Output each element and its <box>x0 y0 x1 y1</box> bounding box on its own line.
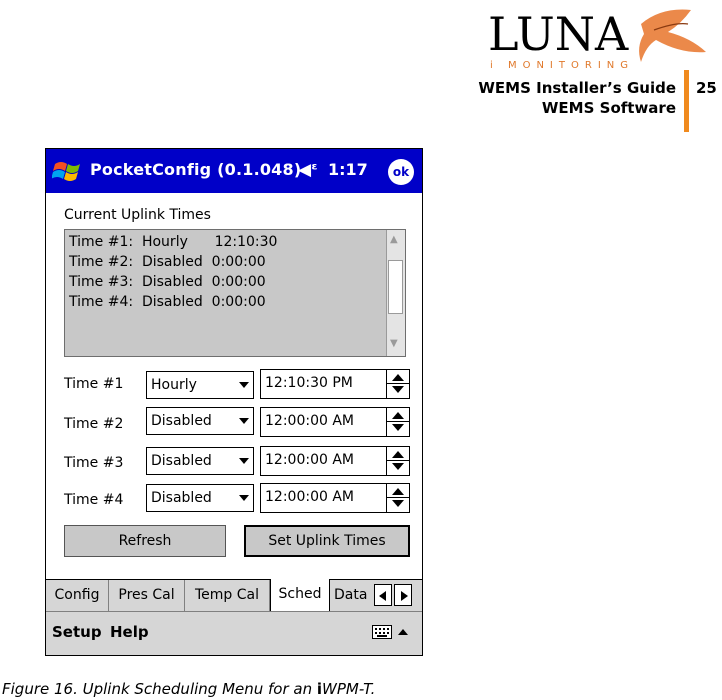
spin-down-icon[interactable] <box>392 500 404 507</box>
caption-suffix: WPM-T. <box>322 680 376 698</box>
spin-down-icon[interactable] <box>392 424 404 431</box>
uplink-line: Time #1: Hourly 12:10:30 <box>69 234 278 250</box>
tab-sched[interactable]: Sched <box>270 579 330 612</box>
time-1-time-picker[interactable]: 12:10:30 PM <box>260 369 410 399</box>
time-3-label: Time #3 <box>64 455 124 471</box>
current-uplink-label: Current Uplink Times <box>64 207 211 223</box>
scroll-down-icon[interactable]: ▼ <box>390 338 398 349</box>
luna-logo: LUNA i MONITORING <box>488 7 706 71</box>
listbox-scrollbar[interactable]: ▲ ▼ <box>386 230 405 356</box>
spin-up-icon[interactable] <box>392 451 404 458</box>
time-3-mode-select[interactable]: Disabled <box>146 447 254 475</box>
menu-bar: Setup Help <box>46 611 422 655</box>
keyboard-icon[interactable] <box>372 625 392 639</box>
time-4-mode-value: Disabled <box>151 490 212 506</box>
tab-config[interactable]: Config <box>46 580 109 611</box>
dropdown-arrow-icon <box>239 458 249 464</box>
uplink-line: Time #3: Disabled 0:00:00 <box>69 274 266 290</box>
svg-text:i MONITORING: i MONITORING <box>490 60 634 71</box>
title-bar: PocketConfig (0.1.048) ◀ᵋ 1:17 ok <box>46 149 422 193</box>
time-2-mode-value: Disabled <box>151 413 212 429</box>
time-3-spinner[interactable] <box>386 447 409 475</box>
scroll-thumb[interactable] <box>388 260 403 314</box>
menu-help[interactable]: Help <box>110 623 149 641</box>
uplink-line: Time #2: Disabled 0:00:00 <box>69 254 266 270</box>
speaker-icon[interactable]: ◀ᵋ <box>298 160 318 180</box>
tab-temp-cal[interactable]: Temp Cal <box>185 580 270 611</box>
current-uplink-listbox[interactable]: Time #1: Hourly 12:10:30 Time #2: Disabl… <box>64 229 406 357</box>
caption-prefix: Figure 16. Uplink Scheduling Menu for an <box>2 680 317 698</box>
section-title: WEMS Software <box>541 99 676 117</box>
time-3-time-picker[interactable]: 12:00:00 AM <box>260 446 410 476</box>
dropdown-arrow-icon <box>239 382 249 388</box>
menu-setup[interactable]: Setup <box>52 623 102 641</box>
tab-data[interactable]: Data <box>330 580 378 611</box>
spin-up-icon[interactable] <box>392 488 404 495</box>
set-uplink-times-button[interactable]: Set Uplink Times <box>244 525 410 557</box>
time-4-time-value: 12:00:00 AM <box>265 489 354 505</box>
spin-up-icon[interactable] <box>392 374 404 381</box>
svg-text:LUNA: LUNA <box>488 7 629 61</box>
time-4-time-picker[interactable]: 12:00:00 AM <box>260 483 410 513</box>
tab-scroll-right-icon[interactable] <box>394 584 412 606</box>
time-1-spinner[interactable] <box>386 370 409 398</box>
time-4-mode-select[interactable]: Disabled <box>146 484 254 512</box>
dropdown-arrow-icon <box>239 418 249 424</box>
tab-pres-cal[interactable]: Pres Cal <box>109 580 185 611</box>
spin-up-icon[interactable] <box>392 412 404 419</box>
time-2-mode-select[interactable]: Disabled <box>146 407 254 435</box>
ok-button[interactable]: ok <box>388 159 414 185</box>
time-4-label: Time #4 <box>64 492 124 508</box>
time-1-time-value: 12:10:30 PM <box>265 375 353 391</box>
uplink-line: Time #4: Disabled 0:00:00 <box>69 294 266 310</box>
tab-scroll-left-icon[interactable] <box>374 584 392 606</box>
figure-caption: Figure 16. Uplink Scheduling Menu for an… <box>2 680 375 698</box>
time-2-spinner[interactable] <box>386 408 409 436</box>
time-2-time-value: 12:00:00 AM <box>265 413 354 429</box>
page-number: 25 <box>696 79 717 97</box>
time-1-mode-value: Hourly <box>151 377 197 393</box>
time-2-label: Time #2 <box>64 416 124 432</box>
header-divider <box>684 70 689 132</box>
time-1-label: Time #1 <box>64 376 124 392</box>
time-3-time-value: 12:00:00 AM <box>265 452 354 468</box>
running-header: WEMS Installer’s Guide WEMS Software <box>478 78 676 118</box>
app-title: PocketConfig (0.1.048) <box>90 160 302 179</box>
input-panel-arrow-icon[interactable] <box>398 629 408 635</box>
clock[interactable]: 1:17 <box>328 160 368 179</box>
pocketpc-screen: PocketConfig (0.1.048) ◀ᵋ 1:17 ok Curren… <box>45 148 423 656</box>
guide-title: WEMS Installer’s Guide <box>478 79 676 97</box>
time-1-mode-select[interactable]: Hourly <box>146 371 254 399</box>
time-3-mode-value: Disabled <box>151 453 212 469</box>
spin-down-icon[interactable] <box>392 386 404 393</box>
refresh-button[interactable]: Refresh <box>64 525 226 557</box>
start-windows-icon[interactable] <box>52 156 84 186</box>
time-4-spinner[interactable] <box>386 484 409 512</box>
spin-down-icon[interactable] <box>392 463 404 470</box>
time-2-time-picker[interactable]: 12:00:00 AM <box>260 407 410 437</box>
scroll-up-icon[interactable]: ▲ <box>390 234 398 245</box>
dropdown-arrow-icon <box>239 495 249 501</box>
tab-bar: Config Pres Cal Temp Cal Sched Data <box>46 579 422 612</box>
